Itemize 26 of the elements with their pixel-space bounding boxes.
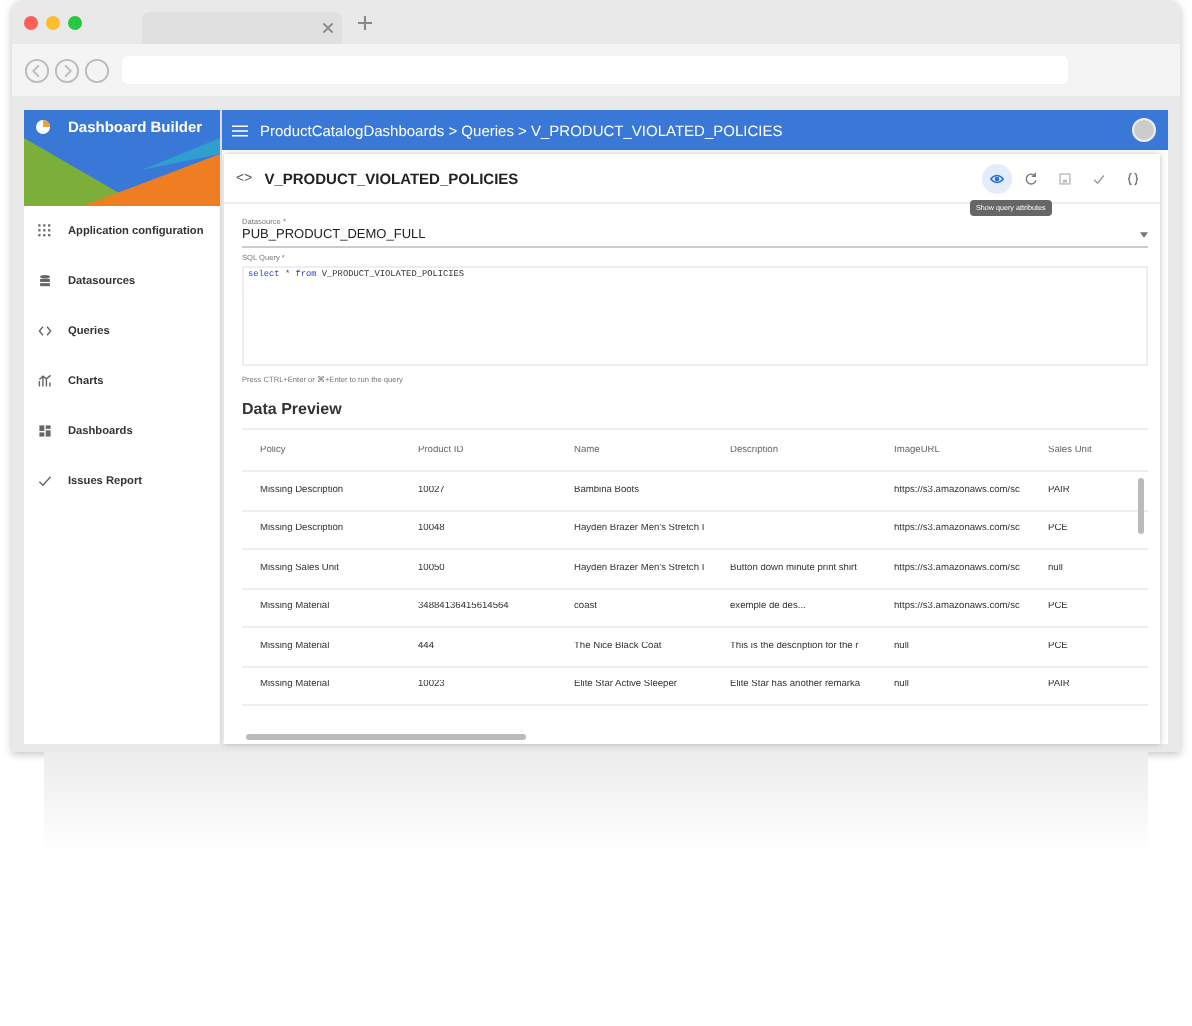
vertical-scrollbar[interactable] — [1138, 478, 1144, 534]
close-window-icon[interactable] — [24, 15, 38, 29]
menu-icon[interactable] — [232, 123, 248, 137]
check-icon — [38, 474, 52, 488]
plus-icon[interactable] — [358, 15, 372, 29]
code-icon — [38, 324, 52, 338]
forward-icon[interactable] — [54, 57, 80, 83]
dashboard-icon — [38, 424, 52, 438]
back-icon[interactable] — [24, 57, 50, 83]
chart-icon — [38, 374, 52, 388]
save-icon — [1058, 171, 1072, 185]
maximize-window-icon[interactable] — [68, 15, 82, 29]
reload-icon[interactable] — [84, 57, 110, 83]
database-icon — [38, 274, 52, 288]
user-avatar[interactable] — [1132, 118, 1156, 142]
braces-icon — [1126, 171, 1140, 185]
section-title: Data Preview — [242, 400, 1148, 430]
grid-icon — [38, 224, 52, 238]
minimize-window-icon[interactable] — [46, 15, 60, 29]
eye-button[interactable] — [982, 163, 1012, 193]
checkmark-icon — [1092, 171, 1106, 185]
horizontal-scrollbar[interactable] — [246, 734, 526, 740]
close-icon[interactable] — [322, 22, 334, 34]
refresh-icon — [1024, 171, 1038, 185]
eye-icon — [990, 171, 1004, 185]
caret-icon — [1140, 232, 1148, 238]
